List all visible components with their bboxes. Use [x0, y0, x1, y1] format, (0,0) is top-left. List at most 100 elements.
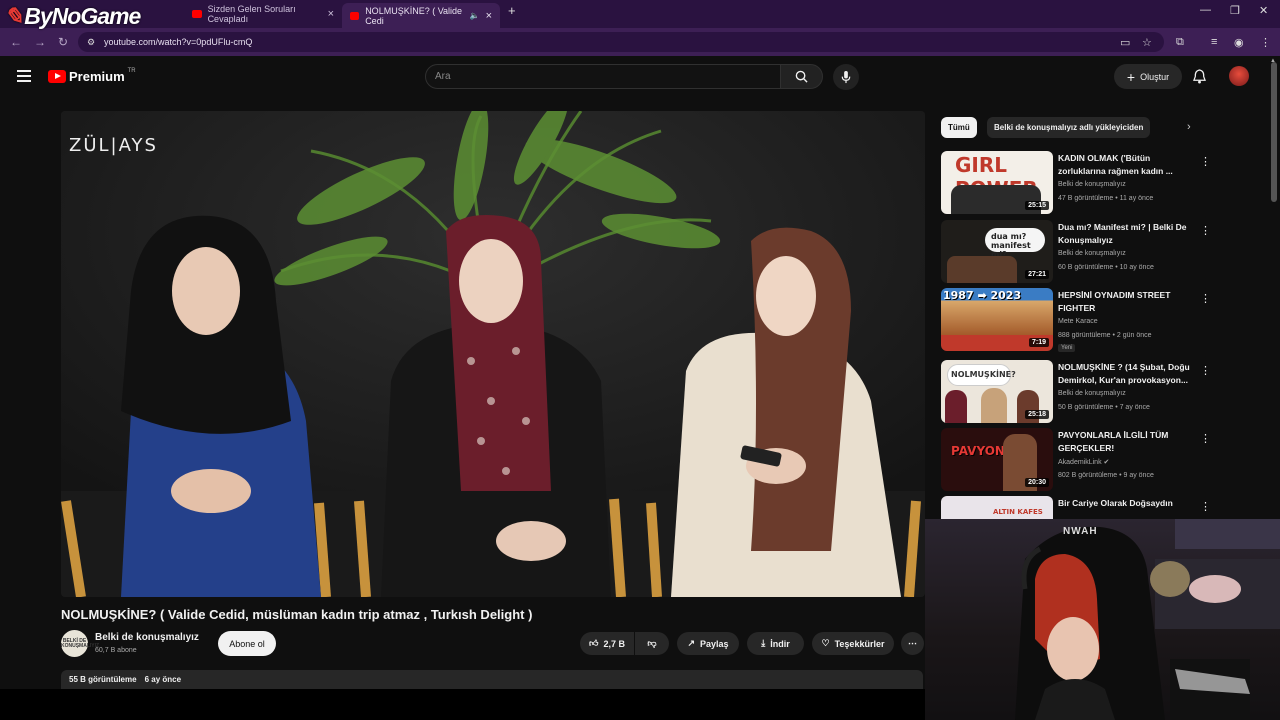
- video-meta: 50 B görüntüleme • 7 ay önce: [1058, 404, 1150, 411]
- kebab-menu-icon[interactable]: ⋮: [1200, 224, 1211, 237]
- upload-age: 6 ay önce: [144, 675, 182, 684]
- media-icon[interactable]: ≡: [1211, 36, 1217, 48]
- recommended-video[interactable]: PAVYON 20:30 PAVYONLARLA İLGİLİ TÜM GERÇ…: [941, 428, 1211, 492]
- kebab-menu-icon[interactable]: ⋮: [1200, 500, 1211, 513]
- video-thumbnail[interactable]: 1987 ➡ 2023 7:19: [941, 288, 1053, 351]
- view-count: 55 B görüntüleme: [69, 675, 137, 684]
- video-meta: 60 B görüntüleme • 10 ay önce: [1058, 264, 1154, 271]
- subscribe-button[interactable]: Abone ol: [218, 631, 276, 656]
- youtube-icon: [192, 10, 202, 18]
- bell-icon[interactable]: [1193, 69, 1206, 84]
- heart-dollar-icon: ♡: [821, 638, 830, 648]
- video-meta: 802 B görüntüleme • 9 ay önce: [1058, 472, 1154, 479]
- chip-all[interactable]: Tümü: [941, 117, 977, 138]
- thumbs-down-icon: 👎︎: [647, 638, 657, 648]
- profile-icon[interactable]: ◉: [1234, 36, 1244, 49]
- close-icon[interactable]: ×: [328, 8, 334, 20]
- extensions-icon[interactable]: ⧉: [1176, 36, 1184, 49]
- more-actions-button[interactable]: ⋯: [901, 632, 924, 655]
- browser-tab[interactable]: Sizden Gelen Soruları Cevapladı ×: [184, 3, 342, 25]
- browser-tab-bar: ✎ByNoGame Sizden Gelen Soruları Cevaplad…: [0, 0, 1280, 29]
- youtube-icon: [350, 11, 360, 20]
- tab-label: Sizden Gelen Soruları Cevapladı: [207, 4, 296, 24]
- cast-icon[interactable]: ▭: [1120, 36, 1130, 49]
- search-button[interactable]: [780, 64, 823, 89]
- video-title[interactable]: PAVYONLARLA İLGİLİ TÜM GERÇEKLER!: [1058, 429, 1194, 455]
- recommended-video[interactable]: 1987 ➡ 2023 7:19 HEPSİNİ OYNADIM STREET …: [941, 288, 1211, 352]
- minimize-icon[interactable]: —: [1200, 4, 1211, 16]
- youtube-premium-logo[interactable]: Premium TR: [48, 68, 136, 84]
- recommended-video[interactable]: ALTIN KAFES Bir Cariye Olarak Doğsaydın …: [941, 496, 1211, 520]
- speaker-icon[interactable]: 🔈: [470, 11, 480, 20]
- video-title[interactable]: Dua mı? Manifest mi? | Belki De Konuşmal…: [1058, 221, 1194, 247]
- channel-name[interactable]: AkademikLink ✔: [1058, 458, 1109, 466]
- subscriber-count: 60,7 B abone: [95, 647, 137, 654]
- channel-name[interactable]: Belki de konuşmalıyız: [1058, 181, 1126, 188]
- duration-badge: 20:30: [1025, 478, 1049, 487]
- channel-name[interactable]: Mete Karace: [1058, 318, 1098, 325]
- verified-icon: ✔: [1103, 459, 1110, 466]
- video-meta: 47 B görüntüleme • 11 ay önce: [1058, 195, 1154, 202]
- thanks-button[interactable]: ♡ Teşekkürler: [812, 632, 894, 655]
- channel-watermark: ✎ByNoGame: [4, 3, 141, 29]
- menu-icon[interactable]: [17, 70, 31, 85]
- video-meta: 888 görüntüleme • 2 gün önce: [1058, 332, 1152, 339]
- streamer-webcam: NWAH: [925, 519, 1280, 720]
- restore-icon[interactable]: ❐: [1230, 4, 1240, 17]
- recommended-video[interactable]: NOLMUŞKİNE? 25:18 NOLMUŞKİNE ? (14 Şubat…: [941, 360, 1211, 424]
- duration-badge: 25:18: [1025, 410, 1049, 419]
- dislike-button[interactable]: 👎︎: [635, 632, 669, 655]
- duration-badge: 27:21: [1025, 270, 1049, 279]
- video-title[interactable]: HEPSİNİ OYNADIM STREET FIGHTER: [1058, 289, 1194, 315]
- video-thumbnail[interactable]: NOLMUŞKİNE? 25:18: [941, 360, 1053, 423]
- recommended-video[interactable]: dua mı? manifest mi? 27:21 Dua mı? Manif…: [941, 220, 1211, 284]
- video-thumbnail[interactable]: ALTIN KAFES: [941, 496, 1053, 520]
- duration-badge: 7:19: [1028, 338, 1049, 347]
- mic-icon: [841, 70, 851, 83]
- browser-tab-active[interactable]: NOLMUŞKİNE? ( Valide Cedi 🔈 ×: [342, 3, 500, 28]
- address-bar: ← → ↻ ⚙ youtube.com/watch?v=0pdUFlu-cmQ …: [0, 28, 1280, 56]
- voice-search-button[interactable]: [833, 64, 859, 90]
- reload-icon[interactable]: ↻: [58, 35, 68, 49]
- youtube-play-icon: [48, 70, 66, 83]
- thumbs-up-icon: 👍︎: [589, 638, 599, 648]
- share-button[interactable]: ↗ Paylaş: [677, 632, 739, 655]
- account-avatar[interactable]: [1229, 66, 1249, 86]
- download-button[interactable]: ⤓ İndir: [747, 632, 804, 655]
- site-info-icon[interactable]: ⚙: [87, 37, 95, 48]
- kebab-menu-icon[interactable]: ⋮: [1200, 292, 1211, 305]
- search-input[interactable]: Ara: [425, 64, 781, 89]
- video-title[interactable]: Bir Cariye Olarak Doğsaydın: [1058, 497, 1194, 510]
- like-button[interactable]: 👍︎ 2,7 B: [580, 632, 634, 655]
- video-title: NOLMUŞKİNE? ( Valide Cedid, müslüman kad…: [61, 607, 533, 622]
- video-thumbnail[interactable]: GIRL POWER 25:15: [941, 151, 1053, 214]
- channel-avatar[interactable]: BELKİ DE KONUŞMALIYIZ: [61, 630, 99, 657]
- browser-menu-icon[interactable]: ⋮: [1260, 36, 1271, 49]
- forward-icon[interactable]: →: [34, 35, 46, 49]
- tab-label: NOLMUŞKİNE? ( Valide Cedi: [365, 5, 463, 26]
- video-title[interactable]: NOLMUŞKİNE ? (14 Şubat, Doğu Demirkol, K…: [1058, 361, 1194, 387]
- close-window-icon[interactable]: ✕: [1259, 4, 1268, 17]
- kebab-menu-icon[interactable]: ⋮: [1200, 432, 1211, 445]
- video-thumbnail[interactable]: PAVYON 20:30: [941, 428, 1053, 491]
- url-text: youtube.com/watch?v=0pdUFlu-cmQ: [104, 37, 253, 47]
- kebab-menu-icon[interactable]: ⋮: [1200, 155, 1211, 168]
- video-title[interactable]: KADIN OLMAK ('Bütün zorluklarına rağmen …: [1058, 152, 1194, 178]
- chair-logo: NWAH: [1063, 526, 1098, 537]
- video-thumbnail[interactable]: dua mı? manifest mi? 27:21: [941, 220, 1053, 283]
- kebab-menu-icon[interactable]: ⋮: [1200, 364, 1211, 377]
- recommended-video[interactable]: GIRL POWER 25:15 KADIN OLMAK ('Bütün zor…: [941, 151, 1211, 215]
- chevron-right-icon[interactable]: ›: [1187, 121, 1191, 133]
- new-badge: Yeni: [1058, 344, 1076, 352]
- channel-name[interactable]: Belki de konuşmalıyız: [1058, 250, 1126, 257]
- bookmark-star-icon[interactable]: ☆: [1142, 36, 1152, 49]
- page-scrollbar[interactable]: [1271, 62, 1277, 202]
- channel-name[interactable]: Belki de konuşmalıyız: [1058, 390, 1126, 397]
- create-button[interactable]: + Oluştur: [1114, 64, 1182, 89]
- new-tab-icon[interactable]: +: [508, 3, 516, 18]
- chip-from-uploader[interactable]: Belki de konuşmalıyız adlı yükleyiciden: [987, 117, 1151, 138]
- channel-name[interactable]: Belki de konuşmalıyız: [95, 632, 199, 643]
- video-player[interactable]: ZÜL|AYS: [61, 111, 925, 597]
- back-icon[interactable]: ←: [10, 35, 22, 49]
- close-icon[interactable]: ×: [486, 10, 492, 22]
